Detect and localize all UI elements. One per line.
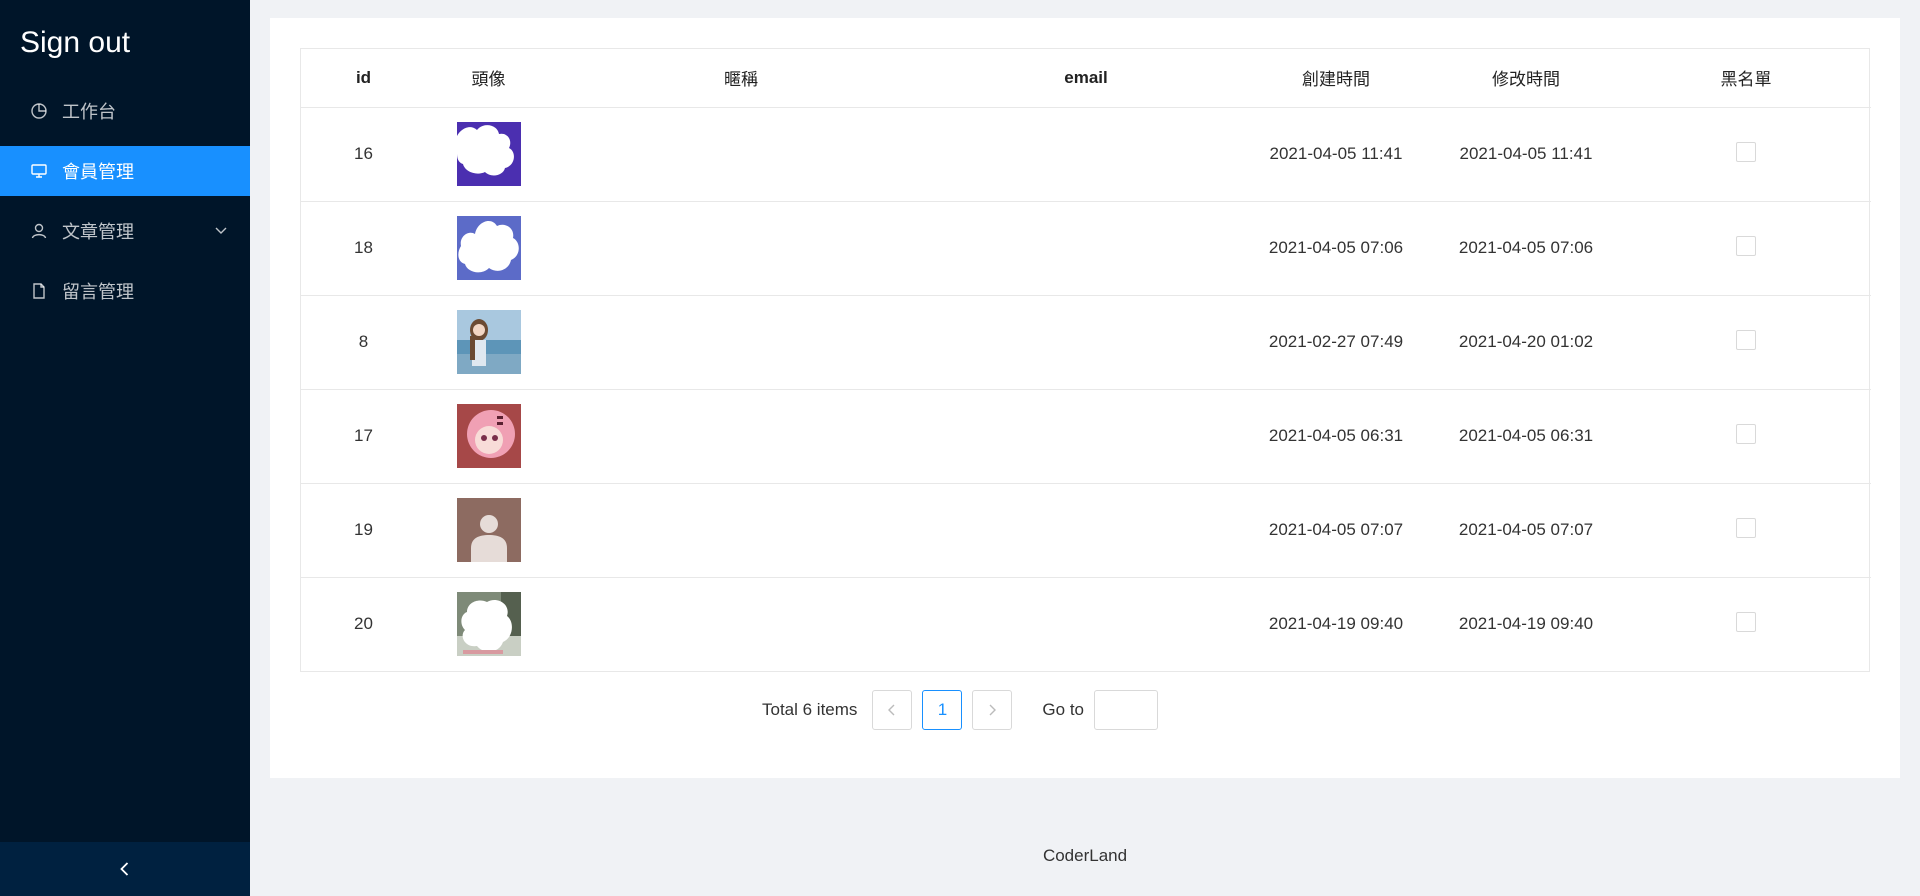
desktop-icon xyxy=(30,162,48,180)
table-row: 8 2021-02-27 07:49 2021-04-20 01:02 xyxy=(301,295,1871,390)
cell-email xyxy=(931,483,1241,578)
chevron-right-icon xyxy=(989,704,997,716)
cell-id: 20 xyxy=(354,614,373,634)
sidebar-item-members[interactable]: 會員管理 xyxy=(0,146,250,196)
column-header-modified: 修改時間 xyxy=(1431,49,1621,108)
next-page-button[interactable] xyxy=(972,690,1013,730)
blacklist-checkbox[interactable] xyxy=(1736,423,1756,444)
cell-modified: 2021-04-05 11:41 xyxy=(1431,107,1621,202)
blacklist-checkbox[interactable] xyxy=(1736,611,1756,632)
sidebar: Sign out 工作台 會員管理 文章管理 留言管理 xyxy=(0,0,250,896)
cell-email xyxy=(931,389,1241,484)
table-row: 16 2021-04-05 11:41 2021-04-05 11:41 xyxy=(301,107,1871,202)
avatar xyxy=(456,310,521,374)
blacklist-checkbox[interactable] xyxy=(1736,329,1756,350)
sidebar-collapse-button[interactable] xyxy=(0,842,250,896)
avatar xyxy=(456,122,521,186)
column-header-id: id xyxy=(301,49,426,108)
table-row: 17 2021-04-05 06:31 2021-04-05 06:31 xyxy=(301,389,1871,484)
cell-id: 19 xyxy=(301,483,426,578)
cell-email xyxy=(931,107,1241,202)
cell-nickname xyxy=(551,577,931,671)
pagination-total: Total 6 items xyxy=(761,700,858,719)
cell-created: 2021-04-05 07:06 xyxy=(1241,201,1431,296)
file-icon xyxy=(30,282,48,300)
content-card: id 頭像 暱稱 email 創建時間 修改時間 黑名單 16 2021-04-… xyxy=(270,18,1900,778)
sidebar-item-comments[interactable]: 留言管理 xyxy=(0,266,250,316)
column-header-nickname: 暱稱 xyxy=(551,49,931,108)
user-icon xyxy=(30,222,48,240)
table-row: 20 2021-04-19 09:40 2021-04-19 09:40 xyxy=(301,577,1871,671)
column-header-created: 創建時間 xyxy=(1241,49,1431,108)
cell-id: 8 xyxy=(301,295,426,390)
cell-created: 2021-04-05 06:31 xyxy=(1241,389,1431,484)
cell-nickname xyxy=(551,389,931,484)
chevron-left-icon xyxy=(120,862,129,876)
sidebar-item-label: 工作台 xyxy=(62,102,116,122)
blacklist-checkbox[interactable] xyxy=(1736,517,1756,538)
cell-modified: 2021-04-05 07:07 xyxy=(1431,483,1621,578)
avatar xyxy=(456,592,521,657)
column-header-email: email xyxy=(931,49,1241,108)
sidebar-item-workbench[interactable]: 工作台 xyxy=(0,86,250,136)
cell-id: 17 xyxy=(301,389,426,484)
cell-id: 16 xyxy=(301,107,426,202)
cell-nickname xyxy=(551,201,931,296)
sidebar-item-label: 文章管理 xyxy=(62,222,134,242)
sidebar-item-articles[interactable]: 文章管理 xyxy=(0,206,250,256)
cell-email xyxy=(931,295,1241,390)
chevron-left-icon xyxy=(888,704,895,716)
cell-id: 18 xyxy=(301,201,426,296)
cell-nickname xyxy=(551,483,931,578)
cell-modified: 2021-04-05 07:06 xyxy=(1431,201,1621,296)
footer-text: CoderLand xyxy=(1042,846,1128,865)
avatar xyxy=(456,216,521,280)
sidebar-item-label: 留言管理 xyxy=(62,282,134,302)
cell-email xyxy=(931,201,1241,296)
sidebar-item-label: 會員管理 xyxy=(62,162,134,182)
column-header-avatar: 頭像 xyxy=(426,49,551,108)
table-row: 19 2021-04-05 07:07 2021-04-05 07:07 xyxy=(301,483,1871,578)
cell-created: 2021-04-05 07:07 xyxy=(1241,483,1431,578)
prev-page-button[interactable] xyxy=(872,690,913,730)
cell-modified: 2021-04-20 01:02 xyxy=(1431,295,1621,390)
cell-nickname xyxy=(551,295,931,390)
cell-modified: 2021-04-19 09:40 xyxy=(1458,614,1594,634)
blacklist-checkbox[interactable] xyxy=(1736,141,1756,162)
column-header-blacklist: 黑名單 xyxy=(1621,49,1871,108)
cell-created: 2021-02-27 07:49 xyxy=(1241,295,1431,390)
cell-created: 2021-04-19 09:40 xyxy=(1268,614,1404,634)
goto-page-input[interactable] xyxy=(1094,690,1159,730)
table-row: 18 2021-04-05 07:06 2021-04-05 07:06 xyxy=(301,201,1871,296)
cell-email xyxy=(931,577,1241,671)
cell-nickname xyxy=(551,107,931,202)
avatar xyxy=(456,498,521,562)
members-table: id 頭像 暱稱 email 創建時間 修改時間 黑名單 16 2021-04-… xyxy=(300,48,1871,672)
blacklist-checkbox[interactable] xyxy=(1736,235,1756,256)
goto-label: Go to xyxy=(1042,700,1085,719)
cell-modified: 2021-04-05 06:31 xyxy=(1431,389,1621,484)
page-1-button[interactable]: 1 xyxy=(922,690,963,730)
pie-chart-icon xyxy=(30,102,48,120)
chevron-down-icon xyxy=(215,227,227,234)
sign-out-link[interactable]: Sign out xyxy=(0,0,250,86)
cell-created: 2021-04-05 11:41 xyxy=(1241,107,1431,202)
avatar xyxy=(456,404,521,468)
pagination: Total 6 items 1 Go to xyxy=(0,690,1920,730)
table-header-row: id 頭像 暱稱 email 創建時間 修改時間 黑名單 xyxy=(301,49,1871,108)
